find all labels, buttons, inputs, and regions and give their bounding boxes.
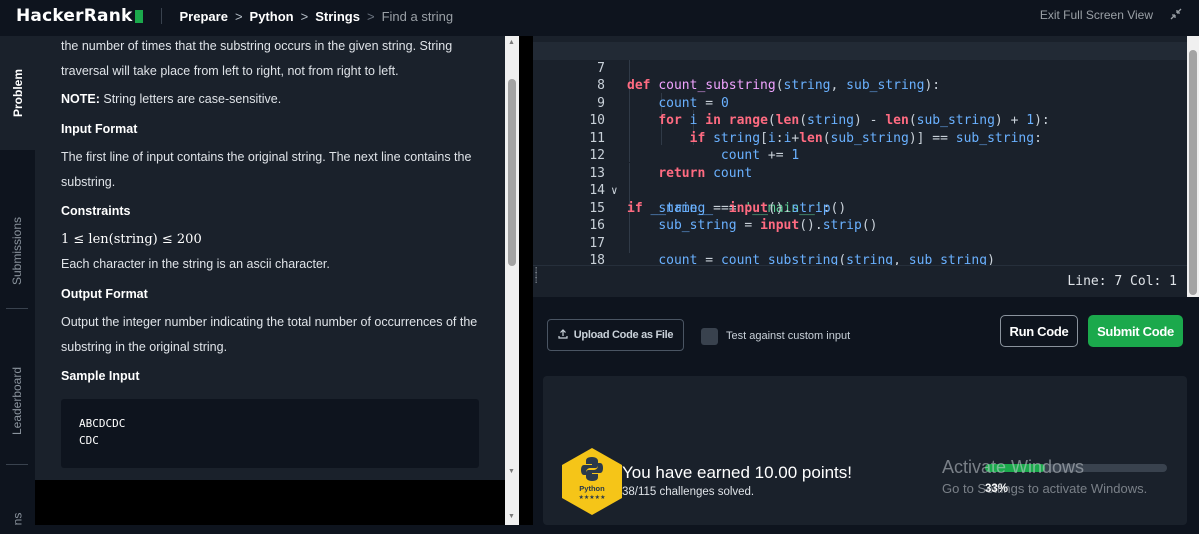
python-badge: Python ★★★★★ [560, 446, 624, 516]
points-earned-text: You have earned 10.00 points! [622, 463, 853, 482]
output-format-text: Output the integer number indicating the… [61, 315, 478, 354]
custom-input-label[interactable]: Test against custom input [726, 330, 850, 342]
sample-input-line: CDC [79, 434, 99, 447]
code-line: 18 print(count) [533, 235, 1187, 265]
code-line: 10 if string[i:i+len(sub_string)] == sub… [533, 95, 1187, 146]
tab-problem-label: Problem [10, 68, 25, 118]
tab-submissions-label: Submissions [10, 216, 25, 286]
collapse-icon[interactable] [1169, 7, 1183, 21]
problem-intro: the number of times that the substring o… [61, 39, 453, 78]
output-format-heading: Output Format [61, 287, 148, 301]
breadcrumb-current: Find a string [381, 8, 454, 24]
code-line: 15 sub_string = input().strip() [533, 182, 1187, 234]
editor-scrollbar[interactable] [1187, 36, 1199, 297]
code-line: 8 count = 0 [533, 60, 1187, 111]
upload-code-button[interactable]: Upload Code as File [547, 319, 684, 351]
cursor-position: Line: 7 Col: 1 [1067, 274, 1177, 289]
code-editor[interactable]: 7 def count_substring(string, sub_string… [533, 36, 1187, 265]
code-line: 14 string = input().strip() [533, 165, 1187, 216]
tab-submissions[interactable]: Submissions [0, 186, 35, 316]
scroll-down-icon[interactable]: ▼ [508, 468, 515, 475]
problem-panel: the number of times that the substring o… [35, 36, 505, 480]
breadcrumb-prepare[interactable]: Prepare [180, 9, 228, 24]
windows-watermark-subtitle: Go to Settings to activate Windows. [942, 481, 1148, 496]
chevron-right-icon: > [366, 8, 375, 24]
breadcrumb-strings[interactable]: Strings [315, 9, 360, 24]
divider [6, 464, 28, 465]
input-format-heading: Input Format [61, 122, 138, 136]
scrollbar-thumb[interactable] [508, 79, 516, 266]
divider [6, 308, 28, 309]
upload-code-label: Upload Code as File [573, 329, 674, 341]
windows-watermark-title: Activate Windows [942, 457, 1085, 477]
constraint-text: Each character in the string is an ascii… [61, 257, 330, 271]
scroll-up-icon[interactable]: ▲ [508, 39, 515, 46]
logo-block-icon [134, 9, 143, 23]
logo-text: HackerRank [16, 6, 133, 26]
scrollbar-thumb[interactable] [1189, 50, 1197, 295]
code-line: 12 return count [533, 130, 1187, 181]
top-bar: HackerRank Prepare > Python > Strings > … [0, 0, 1199, 32]
panel-footer [35, 480, 505, 525]
tab-problem[interactable]: Problem [0, 36, 35, 150]
note-label: NOTE: [61, 92, 100, 106]
tab-leaderboard-label: Leaderboard [10, 366, 25, 436]
sample-input-block: ABCDCDC CDC [61, 399, 479, 468]
constraints-heading: Constraints [61, 204, 131, 218]
divider [160, 8, 162, 24]
action-bar: Upload Code as File Test against custom … [533, 297, 1199, 369]
splitter [519, 36, 533, 525]
hackerrank-logo[interactable]: HackerRank [16, 6, 143, 26]
tab-leaderboard[interactable]: Leaderboard [0, 336, 35, 466]
exit-full-screen-link[interactable]: Exit Full Screen View [1040, 8, 1153, 22]
tab-discussions-label: ns [10, 512, 25, 526]
chevron-right-icon: > [234, 8, 243, 24]
chevron-right-icon: > [300, 8, 309, 24]
upload-icon [558, 328, 568, 342]
note-text: String letters are case-sensitive. [99, 92, 282, 106]
code-line: 9 for i in range(len(string) - len(sub_s… [533, 77, 1187, 129]
input-format-text: The first line of input contains the ori… [61, 150, 472, 189]
sidebar-tabs: Problem Submissions Leaderboard ns [0, 36, 35, 525]
line-number: 18 [589, 253, 605, 265]
sample-input-heading: Sample Input [61, 369, 140, 383]
tab-discussions[interactable]: ns [0, 504, 35, 534]
run-code-button[interactable]: Run Code [1000, 315, 1078, 347]
constraint-formula: 1 ≤ len(string) ≤ 200 [61, 232, 202, 247]
code-line: 7 def count_substring(string, sub_string… [533, 42, 1187, 93]
code-line: 13 ∨ if __name__ == '__main__': [533, 147, 1187, 216]
sample-input-line: ABCDCDC [79, 417, 126, 430]
problem-note: NOTE: String letters are case-sensitive. [61, 87, 481, 112]
resize-handle-icon[interactable]: ⁞ ⁞ ⁞ [535, 267, 541, 285]
code-line: 16 [533, 200, 1187, 233]
code-line: 11 count += 1 [533, 112, 1187, 164]
result-panel: Python ★★★★★ You have earned 10.00 point… [543, 376, 1187, 525]
scroll-down-icon[interactable]: ▼ [508, 513, 515, 520]
custom-input-checkbox[interactable] [701, 328, 718, 345]
challenges-solved-text: 38/115 challenges solved. [622, 486, 755, 498]
submit-code-button[interactable]: Submit Code [1088, 315, 1183, 347]
code-text: count = count_substring(string, sub_stri… [658, 253, 995, 265]
badge-label: Python [579, 484, 605, 493]
breadcrumb-python[interactable]: Python [250, 9, 294, 24]
editor-status-bar: Line: 7 Col: 1 [533, 265, 1187, 297]
code-line: 17 count = count_substring(string, sub_s… [533, 217, 1187, 266]
problem-scrollbar[interactable]: ▲ ▼ ▼ [505, 36, 519, 525]
badge-stars: ★★★★★ [578, 495, 606, 501]
